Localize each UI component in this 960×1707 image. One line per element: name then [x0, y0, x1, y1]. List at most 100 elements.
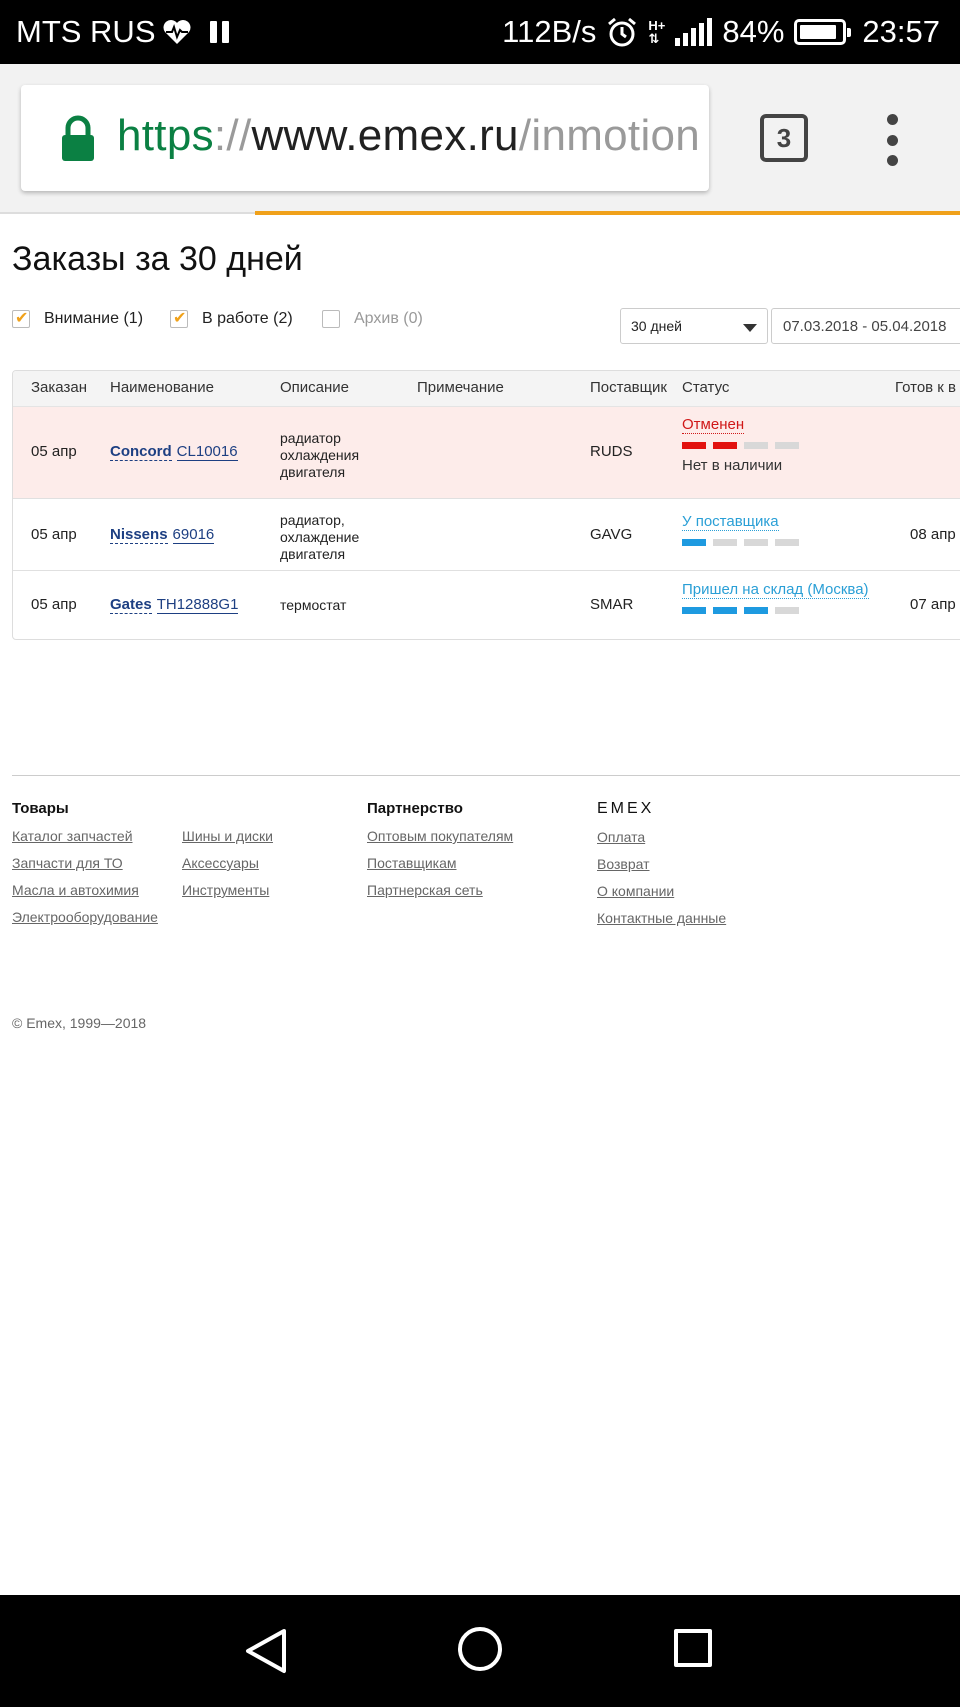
footer-link[interactable]: Поставщикам — [367, 855, 513, 872]
home-circle-icon[interactable] — [458, 1627, 502, 1671]
row-ready-date: 08 апр — [910, 526, 956, 543]
part-number-link[interactable]: CL10016 — [176, 443, 238, 461]
footer-link[interactable]: Оплата — [597, 829, 726, 846]
status-progress — [682, 607, 869, 614]
browser-toolbar: https://www.emex.ru/inmotion 3 — [0, 64, 960, 215]
filter-in-work-label: В работе (2) — [202, 310, 293, 327]
carrier-name: MTS RUS — [16, 14, 156, 49]
footer-link[interactable]: О компании — [597, 883, 726, 900]
url-host: www.emex.ru — [251, 111, 519, 160]
status-link[interactable]: Отменен — [682, 416, 745, 434]
row-supplier: RUDS — [590, 443, 633, 460]
row-ordered-date: 05 апр — [31, 596, 77, 613]
status-link[interactable]: Пришел на склад (Москва) — [682, 581, 869, 599]
stage-bar — [744, 539, 768, 546]
page-title: Заказы за 30 дней — [12, 240, 303, 278]
status-progress — [682, 442, 799, 449]
footer-link[interactable]: автохимия — [70, 882, 139, 898]
clock: 23:57 — [862, 14, 940, 49]
checkbox-unchecked-icon[interactable] — [322, 310, 340, 328]
footer-link[interactable]: Электрооборудование — [12, 909, 158, 926]
col-note: Примечание — [417, 379, 504, 396]
brand-link[interactable]: Nissens — [110, 526, 168, 544]
row-ordered-date: 05 апр — [31, 443, 77, 460]
checkbox-checked-icon[interactable] — [12, 308, 30, 328]
table-row[interactable]: 05 апр Gates TH12888G1 термостат SMAR При… — [13, 571, 960, 639]
row-description: радиатор, охлаждение двигателя — [280, 512, 360, 562]
filter-attention[interactable]: Внимание (1) — [12, 308, 143, 328]
hplus-network-icon: H+ ⇅ — [648, 18, 666, 46]
filter-archive[interactable]: Архив (0) — [322, 310, 423, 328]
brand-link[interactable]: Gates — [110, 596, 152, 614]
stage-bar — [682, 539, 706, 546]
android-nav-bar — [0, 1595, 960, 1707]
status-link[interactable]: У поставщика — [682, 513, 779, 531]
col-ordered: Заказан — [31, 379, 87, 396]
copyright: © Emex, 1999—2018 — [12, 1015, 147, 1031]
part-number-link[interactable]: 69016 — [172, 526, 215, 544]
col-supplier: Поставщик — [590, 379, 667, 396]
stage-bar — [682, 442, 706, 449]
row-supplier: SMAR — [590, 596, 634, 613]
footer-link[interactable]: Оптовым покупателям — [367, 828, 513, 845]
footer-goods: Товары Каталог запчастей Запчасти для ТО… — [12, 800, 158, 936]
footer-divider — [12, 775, 960, 776]
row-status: Отменен Нет в наличии — [682, 416, 799, 474]
footer-goods-title: Товары — [12, 800, 69, 817]
heart-pulse-icon — [162, 18, 192, 46]
period-select[interactable]: 30 дней — [620, 308, 768, 344]
row-description: термостат — [280, 597, 347, 613]
back-triangle-icon[interactable] — [244, 1627, 288, 1680]
row-supplier: GAVG — [590, 526, 633, 543]
footer-link[interactable]: Аксессуары — [182, 855, 273, 872]
footer-partnership-title: Партнерство — [367, 800, 463, 817]
date-range-input[interactable]: 07.03.2018 - 05.04.2018 — [771, 308, 960, 344]
pause-icon — [209, 21, 229, 43]
period-select-value: 30 дней — [631, 318, 682, 334]
recents-square-icon[interactable] — [674, 1629, 712, 1667]
stage-bar — [775, 607, 799, 614]
footer-link[interactable]: Запчасти для ТО — [12, 855, 158, 872]
overflow-menu-icon[interactable] — [882, 114, 902, 166]
filter-archive-label: Архив (0) — [354, 310, 423, 327]
part-number-link[interactable]: TH12888G1 — [156, 596, 239, 614]
row-ordered-date: 05 апр — [31, 526, 77, 543]
network-speed: 112B/s — [502, 14, 597, 49]
footer-partnership: Партнерство Оптовым покупателям Поставщи… — [367, 800, 513, 909]
url-text[interactable]: https://www.emex.ru/inmotion — [117, 111, 700, 161]
stage-bar — [775, 442, 799, 449]
checkbox-checked-icon[interactable] — [170, 308, 188, 328]
row-description: радиатор охлаждения двигателя — [280, 430, 360, 480]
stage-bar — [713, 607, 737, 614]
tab-switcher-button[interactable]: 3 — [760, 114, 808, 162]
row-status: У поставщика — [682, 513, 799, 546]
url-path: /inmotion — [518, 111, 701, 160]
address-bar[interactable]: https://www.emex.ru/inmotion — [21, 85, 709, 191]
alarm-icon — [606, 16, 638, 48]
filter-in-work[interactable]: В работе (2) — [170, 308, 293, 328]
footer-emex: EMEX Оплата Возврат О компании Контактны… — [597, 800, 726, 937]
url-scheme: https — [117, 111, 214, 160]
lock-icon — [57, 115, 99, 163]
status-progress — [682, 539, 799, 546]
chevron-down-icon — [743, 324, 757, 332]
stage-bar — [713, 539, 737, 546]
brand-link[interactable]: Concord — [110, 443, 172, 461]
footer-link[interactable]: Масла — [12, 882, 55, 898]
table-row[interactable]: 05 апр Nissens 69016 радиатор, охлаждение… — [13, 499, 960, 571]
footer-link-group: Масла и автохимия — [12, 882, 158, 899]
footer-link[interactable]: Инструменты — [182, 882, 273, 899]
url-separator: :// — [213, 111, 252, 160]
table-row[interactable]: 05 апр Concord CL10016 радиатор охлаждени… — [13, 407, 960, 499]
stage-bar — [713, 442, 737, 449]
footer-link[interactable]: Шины и диски — [182, 828, 273, 845]
battery-percent: 84% — [722, 14, 785, 49]
orders-table: Заказан Наименование Описание Примечание… — [12, 370, 960, 640]
footer-link[interactable]: Каталог запчастей — [12, 828, 158, 845]
row-part: Nissens 69016 — [110, 526, 215, 544]
footer-link[interactable]: Возврат — [597, 856, 726, 873]
footer-link[interactable]: Партнерская сеть — [367, 882, 513, 899]
row-part: Concord CL10016 — [110, 443, 238, 461]
row-ready-date: 07 апр — [910, 596, 956, 613]
footer-link[interactable]: Контактные данные — [597, 910, 726, 927]
